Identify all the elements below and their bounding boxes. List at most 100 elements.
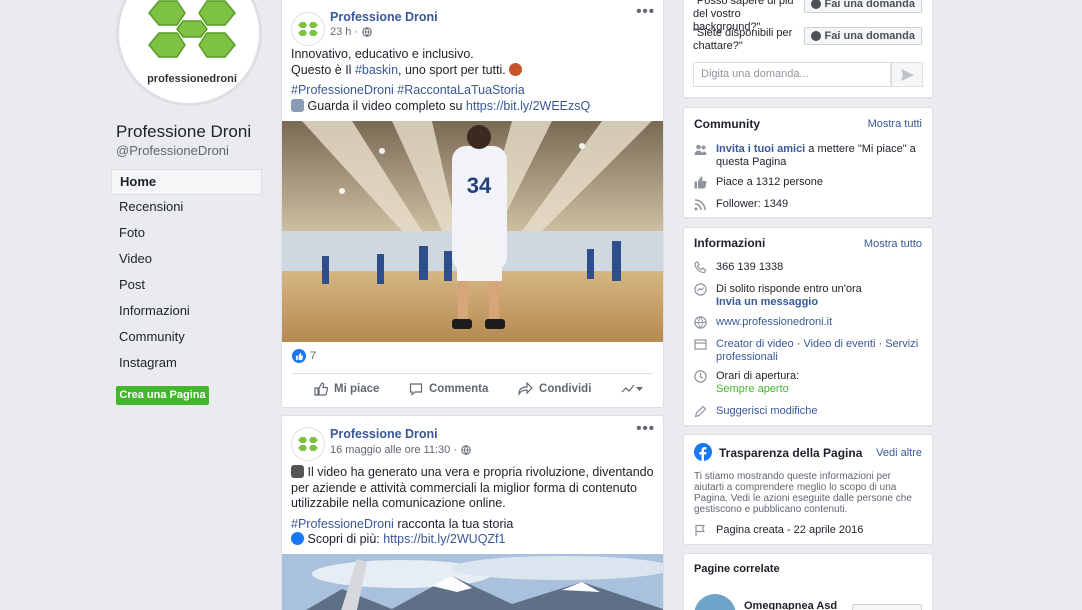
category-box-icon [694, 339, 707, 350]
response-time: Di solito risponde entro un'ora [716, 283, 862, 295]
basketball-gym-image: 34 [282, 121, 663, 342]
related-pages-card: Pagine correlate Omegnapnea Asd [683, 553, 933, 610]
post-photo[interactable] [282, 554, 663, 610]
transparency-card: Trasparenza della Pagina Vedi altre Ti s… [683, 434, 933, 545]
post-options-icon[interactable]: ••• [636, 3, 655, 20]
post-text-fragment: Il video ha generato una vera e propria … [291, 465, 654, 510]
like-label: Mi piace [334, 382, 380, 395]
nav-item-instagram[interactable]: Instagram [111, 351, 262, 377]
suggest-edits-link[interactable]: Suggerisci modifiche [716, 405, 818, 418]
post-line: Scopri di più: https://bit.ly/2WUQZf1 [291, 532, 654, 548]
post-text-fragment: , uno sport per tutti. [398, 62, 510, 77]
invite-friends-link[interactable]: Invita i tuoi amici [716, 143, 805, 155]
left-column: professionedroni Professione Droni @Prof… [0, 0, 272, 610]
post-time: 16 maggio alle ore 11:30 · [330, 444, 457, 456]
messenger-icon [810, 0, 821, 9]
nav-item-foto[interactable]: Foto [111, 221, 262, 247]
post-card: Professione Droni 23 h · ••• Innovativo,… [281, 0, 664, 408]
hashtag-professionedroni[interactable]: #ProfessioneDroni [291, 517, 394, 531]
question-row: "Siete disponibili per chattare?" Fai un… [693, 27, 922, 53]
category-row: Creator di video · Video di eventi · Ser… [694, 338, 924, 364]
post-timestamp[interactable]: 16 maggio alle ore 11:30 · [330, 444, 471, 456]
rss-follow-icon [694, 199, 706, 211]
post-text-fragment: Scopri di più: [307, 532, 384, 546]
phone-row[interactable]: 366 139 1338 [694, 261, 924, 274]
info-emoji-icon [291, 532, 304, 545]
post-photo[interactable]: 34 [282, 121, 663, 342]
website-link[interactable]: www.professionedroni.it [716, 316, 832, 329]
community-see-all-link[interactable]: Mostra tutti [868, 118, 922, 130]
category-link[interactable]: Video di eventi [803, 338, 875, 350]
transparency-description: Ti stiamo mostrando queste informazioni … [694, 471, 912, 515]
video-link[interactable]: https://bit.ly/2WEEzsQ [466, 99, 590, 113]
post-text-fragment: Questo è Il [291, 62, 355, 77]
post-body: Il video ha generato una vera e propria … [291, 465, 654, 548]
info-card: Informazioni Mostra tutto 366 139 1338 D… [683, 227, 933, 426]
thumbs-up-icon [314, 381, 328, 396]
info-link[interactable]: https://bit.ly/2WUQZf1 [383, 532, 505, 546]
website-row[interactable]: www.professionedroni.it [694, 316, 924, 329]
send-button[interactable] [891, 62, 923, 87]
info-see-all-link[interactable]: Mostra tutto [864, 238, 922, 250]
create-page-button[interactable]: Crea una Pagina [116, 386, 209, 405]
question-input[interactable]: Digita una domanda... [693, 62, 891, 87]
post-timestamp[interactable]: 23 h · [330, 26, 372, 38]
nav-item-informazioni[interactable]: Informazioni [111, 299, 262, 325]
ask-question-label: Fai una domanda [824, 30, 915, 42]
nav-item-post[interactable]: Post [111, 273, 262, 299]
nav-item-video[interactable]: Video [111, 247, 262, 273]
like-button[interactable]: Mi piace [314, 381, 380, 396]
response-row: Di solito risponde entro un'ora Invia un … [694, 283, 924, 309]
question-text: "Siete disponibili per chattare?" [693, 27, 793, 52]
pencil-icon [694, 405, 707, 418]
hours-row: Orari di apertura: Sempre aperto [694, 370, 924, 396]
post-author-name[interactable]: Professione Droni [330, 10, 438, 24]
related-page-avatar[interactable] [694, 594, 736, 610]
post-card: Professione Droni 16 maggio alle ore 11:… [281, 415, 664, 610]
comment-button[interactable]: Commenta [409, 382, 488, 396]
related-page-like-button[interactable] [852, 604, 922, 610]
post-body: Innovativo, educativo e inclusivo. Quest… [291, 47, 654, 114]
post-author-name[interactable]: Professione Droni [330, 427, 438, 441]
hours-status: Sempre aperto [716, 383, 789, 395]
reaction-summary[interactable]: 7 [292, 349, 316, 363]
post-line: Il video ha generato una vera e propria … [291, 465, 654, 512]
nav-item-community[interactable]: Community [111, 325, 262, 351]
page-handle: @ProfessioneDroni [116, 143, 229, 158]
post-author-avatar[interactable] [291, 12, 325, 46]
clock-icon [694, 370, 707, 383]
post-options-icon[interactable]: ••• [636, 420, 655, 437]
share-button[interactable]: Condividi [518, 381, 592, 396]
post-time: 23 h · [330, 26, 359, 38]
related-pages-title: Pagine correlate [694, 563, 780, 575]
like-reaction-icon [292, 349, 306, 363]
send-message-link[interactable]: Invia un messaggio [716, 296, 862, 309]
profile-picture[interactable]: professionedroni [116, 0, 262, 106]
community-card: Community Mostra tutti Invita i tuoi ami… [683, 107, 933, 218]
community-title: Community [694, 117, 760, 131]
followers-row: Follower: 1349 [694, 198, 924, 211]
drone-logo-icon [298, 22, 318, 36]
messenger-icon [810, 31, 821, 41]
nav-item-recensioni[interactable]: Recensioni [111, 195, 262, 221]
transparency-title: Trasparenza della Pagina [719, 446, 863, 460]
hashtag-baskin[interactable]: #baskin [355, 63, 398, 77]
ask-question-label: Fai una domanda [824, 0, 915, 10]
related-page-name[interactable]: Omegnapnea Asd [744, 600, 837, 610]
transparency-see-more-link[interactable]: Vedi altre [876, 447, 922, 459]
page-created-date: Pagina creata - 22 aprile 2016 [716, 524, 864, 536]
questions-card: "Posso sapere di più del vostro backgrou… [683, 0, 933, 98]
post-hashtags[interactable]: #ProfessioneDroni #RaccontaLaTuaStoria [291, 83, 654, 99]
post-line: Innovativo, educativo e inclusivo. [291, 47, 474, 61]
messenger-icon [694, 283, 707, 296]
suggest-edits-row[interactable]: Suggerisci modifiche [694, 405, 924, 418]
post-author-avatar[interactable] [291, 427, 325, 461]
ask-question-button[interactable]: Fai una domanda [803, 0, 922, 13]
post-action-bar: Mi piace Commenta Condividi [292, 373, 653, 403]
ask-question-button[interactable]: Fai una domanda [803, 27, 922, 45]
share-label: Condividi [539, 382, 592, 395]
category-link[interactable]: Creator di video [716, 338, 794, 350]
nav-item-home[interactable]: Home [111, 169, 262, 195]
send-arrow-icon [900, 68, 914, 81]
share-audience-selector[interactable] [621, 383, 643, 395]
